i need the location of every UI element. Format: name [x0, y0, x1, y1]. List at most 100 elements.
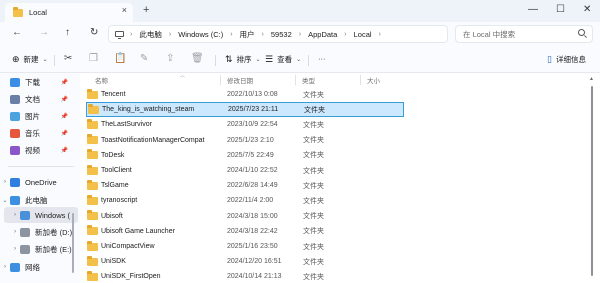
divider	[308, 55, 309, 66]
sidebar-scrollbar[interactable]	[72, 213, 74, 273]
new-label: 新建	[23, 55, 39, 64]
pin-icon[interactable]: 📌	[61, 96, 68, 103]
content-scrollbar[interactable]: ▲	[589, 76, 594, 276]
new-tab-button[interactable]: +	[143, 4, 149, 16]
details-label: 详细信息	[555, 55, 586, 64]
sidebar-item-label: 音乐	[25, 128, 40, 138]
rename-icon[interactable]: ✎	[140, 53, 148, 64]
new-button[interactable]: ⊕ 新建 ⌄	[12, 54, 48, 65]
folder-icon	[87, 88, 98, 99]
file-name: ToastNotificationManagerCompat	[101, 136, 205, 144]
scrollbar-thumb[interactable]	[591, 86, 593, 276]
column-header-name[interactable]: 名称	[95, 73, 108, 86]
divider	[54, 55, 55, 66]
paste-icon[interactable]: 📋	[114, 53, 126, 64]
sidebar-tree-item[interactable]: › 新加卷 (E:)	[0, 241, 74, 257]
sidebar-tree-item[interactable]: › OneDrive	[0, 174, 74, 190]
file-name: ToolClient	[101, 167, 132, 174]
share-icon[interactable]: ⇪	[166, 53, 174, 64]
sidebar-tree-item[interactable]: › Windows (	[4, 207, 78, 223]
file-list: ︿ 名称 修改日期 类型 大小 Tencent 2022/10/13 0:08 文件…	[80, 73, 600, 283]
copy-icon[interactable]: ❐	[89, 53, 98, 64]
view-label: 查看	[277, 55, 293, 64]
view-button[interactable]: ☰ 查看 ⌄	[265, 54, 301, 65]
file-row[interactable]: The_king_is_watching_steam 2025/7/23 21:1…	[86, 102, 404, 118]
chevron-icon[interactable]: ›	[10, 246, 20, 252]
pin-icon[interactable]: 📌	[61, 113, 68, 120]
column-header-type[interactable]: 类型	[302, 73, 315, 86]
file-name: ToDesk	[101, 151, 125, 159]
tab-local[interactable]: Local ×	[5, 3, 133, 22]
column-divider[interactable]	[220, 75, 221, 85]
cut-icon[interactable]: ✂	[64, 53, 72, 64]
breadcrumb-appdata[interactable]: AppData	[308, 30, 337, 39]
sidebar-item-quick-access[interactable]: 音乐 📌	[0, 125, 74, 141]
file-row[interactable]: UniSDK_FirstOpen 2024/10/14 21:13 文件夹	[86, 269, 404, 283]
file-row[interactable]: ToastNotificationManagerCompat 2025/1/23 …	[86, 133, 404, 148]
sidebar-item-label: 网络	[25, 262, 40, 272]
minimize-button[interactable]: —	[528, 4, 538, 15]
chevron-icon[interactable]: ›	[0, 179, 10, 185]
breadcrumb-this-pc[interactable]: 此电脑	[139, 29, 162, 40]
file-row[interactable]: ToolClient 2024/1/10 22:52 文件夹	[86, 163, 404, 178]
sidebar-tree-item[interactable]: ⌄ 此电脑	[0, 192, 74, 208]
address-field[interactable]: › 此电脑 › Windows (C:) › 用户 › 59532 › AppD…	[108, 25, 448, 43]
folder-icon	[87, 149, 98, 160]
breadcrumb-drive-c[interactable]: Windows (C:)	[178, 30, 223, 39]
file-row[interactable]: ToDesk 2025/7/5 22:49 文件夹	[86, 148, 404, 163]
sidebar-item-label: 图片	[25, 111, 40, 121]
sidebar-item-label: OneDrive	[25, 177, 57, 187]
chevron-icon[interactable]: ›	[10, 229, 20, 235]
address-bar-row: ← → ↑ ↻ › 此电脑 › Windows (C:) › 用户 › 5953…	[0, 22, 600, 46]
file-row[interactable]: UniCompactView 2025/1/16 23:50 文件夹	[86, 239, 404, 254]
maximize-button[interactable]: ☐	[556, 4, 565, 15]
breadcrumb-separator: ›	[168, 30, 172, 38]
scroll-up-icon[interactable]: ▲	[589, 76, 594, 82]
pin-icon[interactable]: 📌	[61, 79, 68, 86]
sidebar-item-quick-access[interactable]: 文档 📌	[0, 91, 74, 107]
file-row[interactable]: Ubisoft 2024/3/18 15:00 文件夹	[86, 209, 404, 224]
close-tab-icon[interactable]: ×	[122, 5, 127, 15]
file-row[interactable]: Ubisoft Game Launcher 2024/3/18 22:42 文件夹	[86, 224, 404, 239]
folder-icon	[87, 194, 98, 205]
search-input[interactable]: 在 Local 中搜索	[455, 25, 593, 43]
sidebar-tree-item[interactable]: › 新加卷 (D:)	[0, 224, 74, 240]
close-window-button[interactable]: ✕	[583, 4, 591, 15]
chevron-icon[interactable]: ›	[0, 264, 10, 270]
chevron-icon[interactable]: ›	[10, 212, 20, 218]
sidebar-item-quick-access[interactable]: 视频 📌	[0, 142, 74, 158]
file-row[interactable]: TheLastSurvivor 2023/10/9 22:54 文件夹	[86, 117, 404, 132]
delete-icon[interactable]: 🗑	[191, 53, 204, 64]
file-row[interactable]: TslGame 2022/6/28 14:49 文件夹	[86, 178, 404, 193]
pin-icon[interactable]: 📌	[61, 147, 68, 154]
back-button[interactable]: ←	[12, 27, 22, 38]
sort-button[interactable]: ⇅ 排序 ⌄	[225, 54, 261, 65]
file-row[interactable]: Tencent 2022/10/13 0:08 文件夹	[86, 87, 404, 102]
details-pane-button[interactable]: ▯ 详细信息	[547, 54, 586, 65]
sidebar-item-quick-access[interactable]: 下载 📌	[0, 74, 74, 90]
forward-button[interactable]: →	[39, 27, 49, 38]
up-button[interactable]: ↑	[65, 27, 70, 38]
column-header-size[interactable]: 大小	[367, 73, 380, 86]
breadcrumb-separator: ›	[298, 30, 302, 38]
breadcrumb-local[interactable]: Local	[354, 30, 372, 39]
chevron-icon[interactable]: ⌄	[0, 197, 10, 204]
breadcrumb-user-folder[interactable]: 59532	[271, 30, 292, 39]
file-modified-date: 2025/1/23 2:10	[227, 136, 274, 144]
sidebar-folder-icon	[10, 77, 20, 87]
breadcrumb-users[interactable]: 用户	[240, 29, 255, 40]
more-options-button[interactable]: ···	[318, 54, 326, 63]
column-header-date[interactable]: 修改日期	[227, 73, 253, 86]
column-divider[interactable]	[295, 75, 296, 85]
sidebar-item-quick-access[interactable]: 图片 📌	[0, 108, 74, 124]
file-row[interactable]: UniSDK 2024/12/20 16:51 文件夹	[86, 254, 404, 269]
file-row[interactable]: tyranoscript 2022/11/4 2:00 文件夹	[86, 193, 404, 208]
file-type: 文件夹	[303, 121, 324, 129]
folder-icon	[87, 179, 98, 190]
column-divider[interactable]	[360, 75, 361, 85]
pin-icon[interactable]: 📌	[61, 130, 68, 137]
search-placeholder: 在 Local 中搜索	[463, 29, 516, 39]
navigation-pane: 下载 📌 文档 📌 图片 📌 音乐 📌 视频 📌 › OneDrive ⌄ 此电脑 › Windows (›…	[0, 73, 80, 283]
refresh-button[interactable]: ↻	[90, 27, 98, 38]
sidebar-tree-item[interactable]: › 网络	[0, 259, 74, 275]
